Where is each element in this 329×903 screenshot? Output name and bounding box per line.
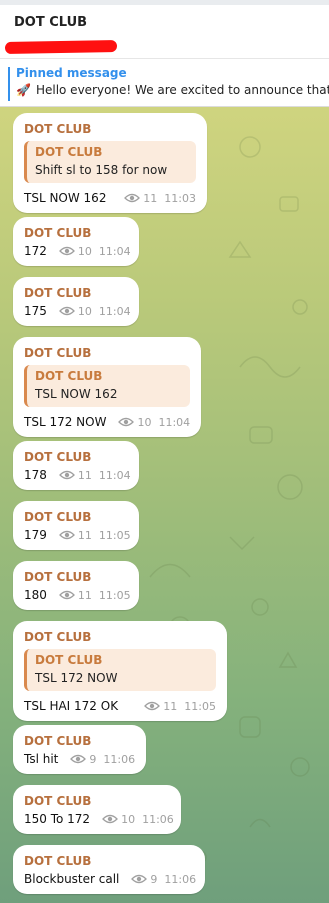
- views-eye-icon: [58, 306, 75, 316]
- message-meta: 11 11:05: [58, 528, 131, 542]
- message-meta: 10 11:04: [58, 244, 131, 258]
- view-count: 10: [77, 244, 92, 258]
- message-text: TSL NOW 162: [24, 191, 107, 205]
- reply-sender: DOT CLUB: [35, 145, 103, 159]
- message-text: 178: [24, 468, 47, 482]
- message-bubble[interactable]: DOT CLUB DOT CLUB TSL 172 NOW TSL HAI 172 O…: [13, 621, 227, 721]
- message-text: 175: [24, 304, 47, 318]
- reply-sender: DOT CLUB: [35, 369, 103, 383]
- view-count: 10: [121, 812, 136, 826]
- message-time: 11:04: [98, 244, 131, 258]
- pinned-accent-bar: [8, 67, 10, 101]
- message-time: 11:05: [184, 699, 216, 713]
- message-meta: 11 11:04: [58, 468, 131, 482]
- views-eye-icon: [58, 470, 75, 480]
- view-count: 9: [150, 872, 158, 886]
- message-bubble[interactable]: DOT CLUB Tsl hit 9 11:06: [13, 725, 146, 774]
- message-meta: 11 11:05: [144, 700, 216, 713]
- message-bubble[interactable]: DOT CLUB 179 11 11:05: [13, 501, 139, 550]
- view-count: 10: [77, 304, 92, 318]
- views-eye-icon: [58, 530, 75, 540]
- message-bubble[interactable]: DOT CLUB 180 11 11:05: [13, 561, 139, 610]
- message-meta: 9 11:06: [131, 873, 196, 886]
- message-meta: 11 11:03: [124, 192, 196, 205]
- message-time: 11:06: [164, 872, 197, 886]
- message-bubble[interactable]: DOT CLUB 178 11 11:04: [13, 441, 139, 490]
- message-sender[interactable]: DOT CLUB: [24, 568, 128, 586]
- message-sender[interactable]: DOT CLUB: [24, 448, 128, 466]
- reply-text: Shift sl to 158 for now: [35, 163, 168, 177]
- view-count: 11: [77, 468, 92, 482]
- view-count: 9: [89, 752, 97, 766]
- message-bubble[interactable]: DOT CLUB Blockbuster call 9 11:06: [13, 845, 205, 894]
- reply-text: TSL 172 NOW: [35, 671, 118, 685]
- reply-text: TSL NOW 162: [35, 387, 118, 401]
- message-sender[interactable]: DOT CLUB: [24, 852, 194, 870]
- message-time: 11:05: [98, 528, 131, 542]
- message-time: 11:04: [98, 468, 131, 482]
- message-time: 11:04: [158, 415, 191, 429]
- views-eye-icon: [102, 814, 118, 824]
- message-sender[interactable]: DOT CLUB: [24, 792, 170, 810]
- message-time: 11:06: [103, 752, 136, 766]
- message-sender[interactable]: DOT CLUB: [24, 120, 196, 138]
- message-bubble[interactable]: DOT CLUB 175 10 11:04: [13, 277, 139, 326]
- views-eye-icon: [58, 246, 75, 256]
- message-time: 11:03: [164, 191, 196, 205]
- chat-header[interactable]: DOT CLUB: [0, 5, 329, 59]
- views-eye-icon: [58, 590, 75, 600]
- view-count: 11: [163, 699, 178, 713]
- reply-quote[interactable]: DOT CLUB TSL 172 NOW: [24, 649, 216, 691]
- message-meta: 10 11:04: [118, 416, 190, 429]
- message-meta: 11 11:05: [58, 588, 131, 602]
- message-sender[interactable]: DOT CLUB: [24, 732, 135, 750]
- message-bubble[interactable]: DOT CLUB 172 10 11:04: [13, 217, 139, 266]
- message-text: Tsl hit: [24, 752, 59, 766]
- message-text: 180: [24, 588, 47, 602]
- views-eye-icon: [131, 874, 148, 884]
- pinned-text: Hello everyone! We are excited to announ…: [35, 83, 329, 97]
- chat-title: DOT CLUB: [14, 15, 88, 30]
- message-text: 150 To 172: [24, 812, 91, 826]
- view-count: 11: [77, 528, 92, 542]
- pinned-message-bar[interactable]: Pinned message 🚀 Hello everyone! We are e…: [0, 59, 329, 107]
- redaction-mark: [4, 40, 118, 54]
- message-text: TSL 172 NOW: [24, 415, 107, 429]
- views-eye-icon: [124, 193, 141, 203]
- message-sender[interactable]: DOT CLUB: [24, 284, 128, 302]
- message-sender[interactable]: DOT CLUB: [24, 508, 128, 526]
- view-count: 11: [143, 191, 158, 205]
- message-text: Blockbuster call: [24, 872, 120, 886]
- message-sender[interactable]: DOT CLUB: [24, 628, 216, 646]
- message-sender[interactable]: DOT CLUB: [24, 224, 128, 242]
- rocket-icon: 🚀: [16, 83, 31, 97]
- message-sender[interactable]: DOT CLUB: [24, 344, 190, 362]
- views-eye-icon: [144, 701, 161, 711]
- message-text: TSL HAI 172 OK: [24, 699, 119, 713]
- message-time: 11:04: [98, 304, 131, 318]
- message-text: 172: [24, 244, 47, 258]
- reply-quote[interactable]: DOT CLUB TSL NOW 162: [24, 365, 190, 407]
- message-bubble[interactable]: DOT CLUB DOT CLUB TSL NOW 162 TSL 172 NOW 10…: [13, 337, 201, 437]
- pinned-label: Pinned message: [16, 66, 127, 80]
- view-count: 11: [77, 588, 92, 602]
- message-time: 11:05: [98, 588, 131, 602]
- message-meta: 10 11:04: [58, 304, 131, 318]
- message-meta: 10 11:06: [102, 813, 174, 826]
- message-bubble[interactable]: DOT CLUB DOT CLUB Shift sl to 158 for now T…: [13, 113, 207, 213]
- message-meta: 9 11:06: [70, 753, 135, 766]
- view-count: 10: [137, 415, 152, 429]
- views-eye-icon: [118, 417, 135, 427]
- reply-quote[interactable]: DOT CLUB Shift sl to 158 for now: [24, 141, 196, 183]
- message-text: 179: [24, 528, 47, 542]
- reply-sender: DOT CLUB: [35, 653, 103, 667]
- message-time: 11:06: [142, 812, 174, 826]
- views-eye-icon: [70, 754, 87, 764]
- chat-area[interactable]: DOT CLUB DOT CLUB Shift sl to 158 for now T…: [0, 107, 329, 903]
- message-bubble[interactable]: DOT CLUB 150 To 172 10 11:06: [13, 785, 181, 834]
